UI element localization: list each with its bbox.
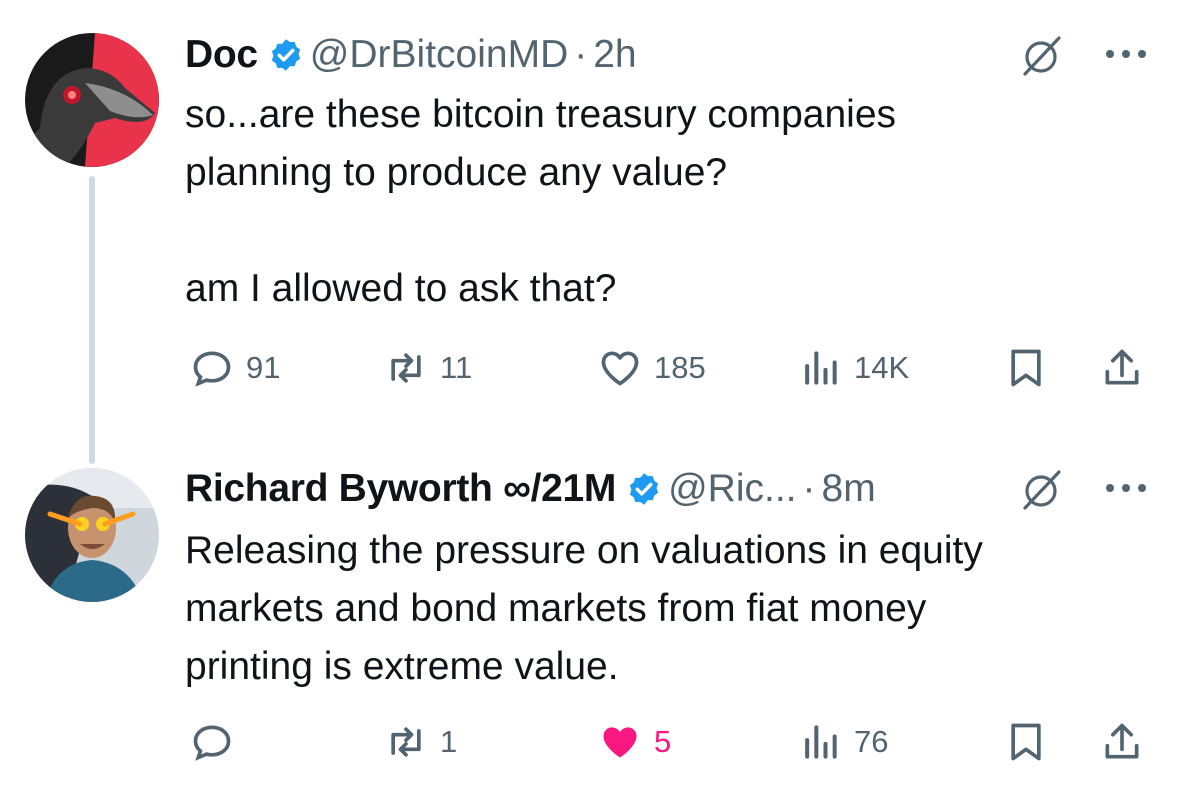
reply-button[interactable]	[190, 720, 246, 764]
views-count: 14K	[854, 350, 910, 385]
repost-icon	[391, 727, 421, 757]
views-icon	[805, 725, 837, 759]
avatar-doc[interactable]	[25, 33, 159, 167]
avatar-richard[interactable]	[25, 468, 159, 602]
repost-count: 11	[440, 350, 473, 385]
more-icon[interactable]	[1103, 47, 1149, 61]
timestamp[interactable]: 2h	[593, 33, 636, 77]
reply-count: 91	[246, 350, 281, 385]
heart-icon	[603, 727, 637, 758]
verified-badge-icon	[629, 473, 659, 505]
like-button[interactable]: 5	[598, 720, 671, 764]
views-button[interactable]: 14K	[798, 346, 909, 390]
avatar-richard-image	[25, 468, 159, 602]
tweet-text: Releasing the pressure on valuations in …	[185, 529, 983, 688]
heart-icon	[601, 351, 639, 386]
reply-button[interactable]: 91	[190, 346, 280, 390]
bookmark-icon[interactable]	[1004, 720, 1048, 764]
repost-button[interactable]: 1	[384, 720, 457, 764]
display-name[interactable]: Doc	[185, 33, 258, 77]
separator-dot: ·	[802, 467, 816, 510]
repost-button[interactable]: 11	[384, 346, 472, 390]
bookmark-icon[interactable]	[1004, 346, 1048, 390]
user-handle[interactable]: @Ric...	[668, 467, 796, 511]
tweet-text: so...are these bitcoin treasury companie…	[185, 93, 897, 310]
thread-connector-line	[89, 176, 95, 464]
user-handle[interactable]: @DrBitcoinMD	[310, 33, 568, 77]
reply-icon	[193, 725, 231, 761]
share-icon[interactable]	[1100, 346, 1144, 390]
tweet-header: Richard Byworth ∞/21M @Ric... · 8m	[185, 464, 876, 514]
grok-icon[interactable]	[1019, 468, 1063, 512]
like-button[interactable]: 185	[598, 346, 706, 390]
views-icon	[805, 351, 837, 385]
timestamp[interactable]: 8m	[822, 467, 876, 511]
more-icon[interactable]	[1103, 481, 1149, 495]
display-name[interactable]: Richard Byworth ∞/21M	[185, 467, 616, 511]
verified-badge-icon	[271, 39, 300, 71]
share-icon[interactable]	[1100, 720, 1144, 764]
avatar-doc-image	[25, 33, 159, 167]
grok-icon[interactable]	[1019, 34, 1063, 78]
repost-icon	[391, 353, 421, 383]
reply-icon	[193, 351, 231, 387]
like-count: 5	[654, 724, 672, 759]
thread-container: Doc @DrBitcoinMD · 2h so...are these bit…	[0, 0, 1179, 800]
views-count: 76	[854, 724, 889, 759]
views-button[interactable]: 76	[798, 720, 888, 764]
repost-count: 1	[440, 724, 458, 759]
like-count: 185	[654, 350, 706, 385]
tweet-header: Doc @DrBitcoinMD · 2h	[185, 30, 637, 80]
separator-dot: ·	[574, 33, 588, 76]
